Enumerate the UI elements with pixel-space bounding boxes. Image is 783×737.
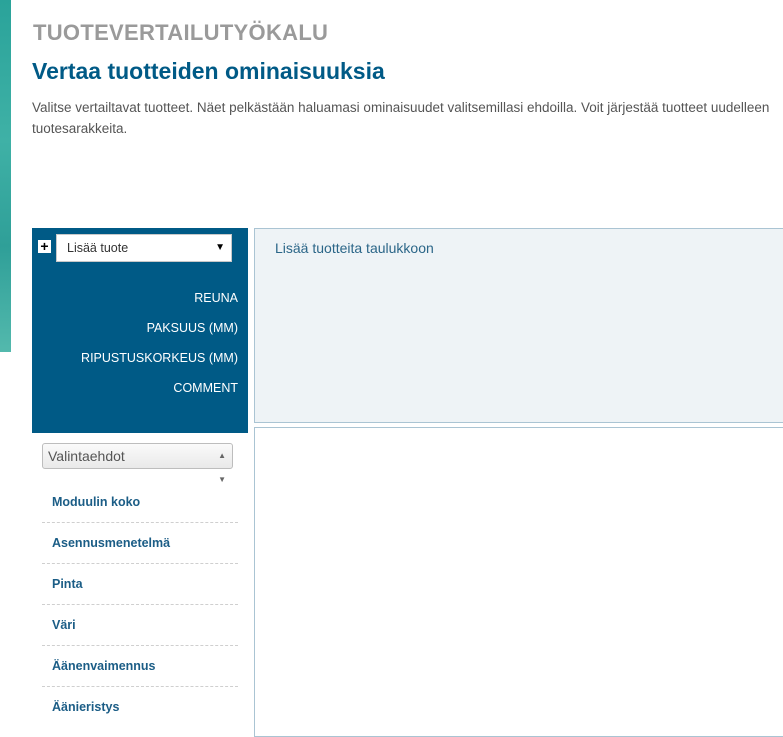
add-product-plus-icon[interactable]: + [38, 239, 51, 253]
dropdown-caret-icon: ▼ [215, 242, 225, 253]
empty-products-message: Lisää tuotteita taulukkoon [275, 240, 434, 256]
criteria-select-label: Valintaehdot [48, 448, 125, 464]
attribute-label-ripustuskorkeus: RIPUSTUSKORKEUS (MM) [81, 351, 238, 365]
criteria-select[interactable]: Valintaehdot ▲ ▼ [42, 443, 233, 484]
attribute-label-paksuus: PAKSUUS (MM) [146, 321, 238, 335]
add-product-select[interactable]: Lisää tuote ▼ [56, 234, 232, 262]
comparison-content-panel [254, 427, 783, 737]
page-title: Vertaa tuotteiden ominaisuuksia [32, 58, 385, 84]
criteria-item-asennusmenetelma[interactable]: Asennusmenetelmä [42, 523, 238, 564]
description-line-1: Valitse vertailtavat tuotteet. Näet pelk… [32, 100, 770, 115]
criteria-item-moduulin-koko[interactable]: Moduulin koko [42, 482, 238, 523]
product-columns-panel: Lisää tuotteita taulukkoon [254, 228, 783, 423]
page-kicker: TUOTEVERTAILUTYÖKALU [33, 20, 329, 45]
criteria-item-aanieristys[interactable]: Äänieristys [42, 687, 238, 728]
attribute-label-comment: COMMENT [173, 381, 238, 395]
attribute-label-reuna: REUNA [194, 291, 238, 305]
criteria-item-aanenvaimennus[interactable]: Äänenvaimennus [42, 646, 238, 687]
background-image-strip [0, 0, 11, 352]
criteria-item-vari[interactable]: Väri [42, 605, 238, 646]
criteria-item-pinta[interactable]: Pinta [42, 564, 238, 605]
criteria-list: Moduulin koko Asennusmenetelmä Pinta Vär… [42, 482, 238, 728]
add-product-select-label: Lisää tuote [67, 241, 129, 255]
page-description: Valitse vertailtavat tuotteet. Näet pelk… [32, 97, 783, 139]
attribute-panel: + Lisää tuote ▼ REUNA PAKSUUS (MM) RIPUS… [32, 228, 248, 433]
description-line-2: tuotesarakkeita. [32, 121, 128, 136]
